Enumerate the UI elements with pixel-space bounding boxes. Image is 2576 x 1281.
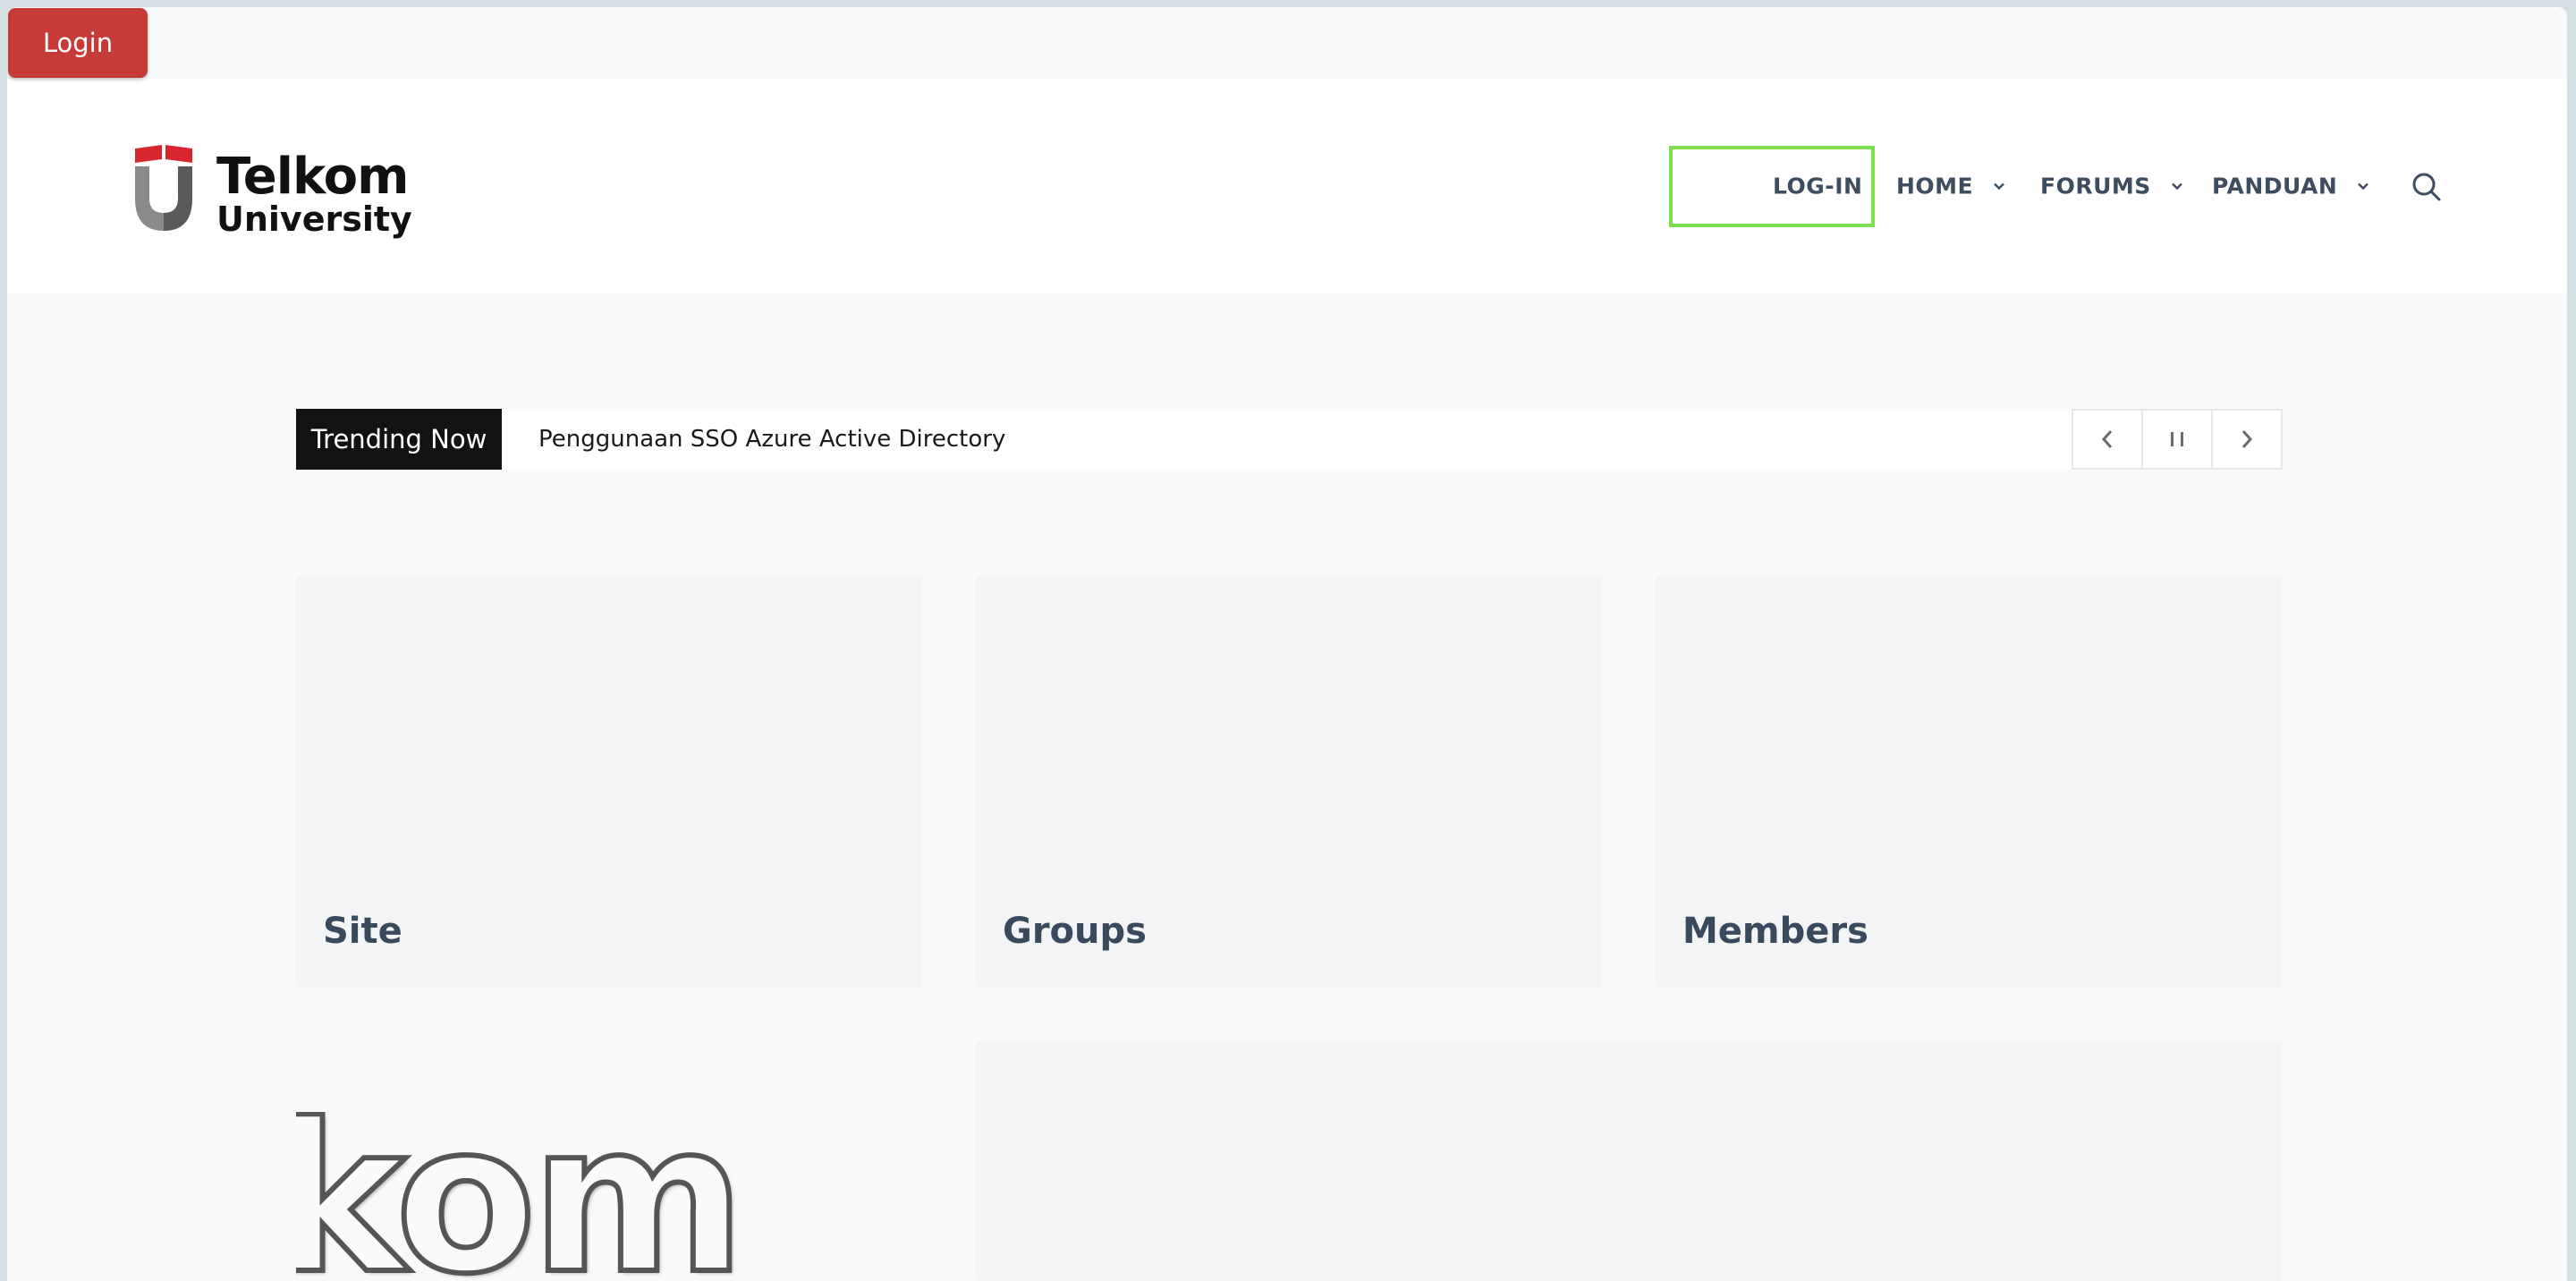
nav-item-label: PANDUAN — [2212, 173, 2338, 199]
nav-item-label: LOG-IN — [1773, 173, 1863, 199]
login-button[interactable]: Login — [8, 8, 148, 78]
chevron-down-icon — [1994, 182, 2004, 190]
nav-item-label: HOME — [1896, 173, 1974, 199]
ticker-next-button[interactable] — [2211, 409, 2283, 470]
trending-headline-link[interactable]: Penggunaan SSO Azure Active Directory — [538, 409, 1005, 470]
logo-wordmark: Telkom University — [216, 148, 412, 239]
trending-ticker: Trending Now Penggunaan SSO Azure Active… — [296, 409, 2283, 470]
chevron-left-icon — [2101, 430, 2113, 448]
trending-label: Trending Now — [296, 409, 502, 470]
card-groups[interactable]: Groups — [976, 576, 1602, 988]
browser-viewport: Login Telkom University LOG-IN HOME FORU… — [7, 7, 2567, 1281]
logo-emblem-icon — [135, 145, 192, 231]
card-title: Site — [323, 911, 402, 952]
card-members[interactable]: Members — [1656, 576, 2282, 988]
card-title: Members — [1682, 911, 1868, 952]
telkom-university-logo[interactable]: Telkom University — [133, 143, 412, 242]
ticker-prev-button[interactable] — [2072, 409, 2143, 470]
nav-item-login[interactable]: LOG-IN — [1773, 174, 1862, 199]
partial-logo-text: kom — [296, 1112, 748, 1281]
nav-item-panduan[interactable]: PANDUAN — [2212, 174, 2369, 199]
site-header: Telkom University LOG-IN HOME FORUMS PAN… — [7, 79, 2567, 293]
search-icon[interactable] — [2411, 172, 2442, 202]
logo-line-university: University — [216, 199, 412, 239]
nav-item-forums[interactable]: FORUMS — [2040, 174, 2183, 199]
content-panel — [976, 1041, 2282, 1281]
nav-item-label: FORUMS — [2040, 173, 2151, 199]
pause-icon — [2171, 432, 2183, 446]
nav-item-home[interactable]: HOME — [1896, 174, 2005, 199]
chevron-right-icon — [2241, 430, 2253, 448]
chevron-down-icon — [2358, 182, 2369, 190]
card-site[interactable]: Site — [296, 576, 922, 988]
chevron-down-icon — [2171, 182, 2182, 190]
card-title: Groups — [1003, 911, 1147, 952]
partial-logo-image: kom — [296, 1112, 797, 1281]
ticker-pause-button[interactable] — [2141, 409, 2213, 470]
logo-line-telkom: Telkom — [216, 148, 409, 206]
